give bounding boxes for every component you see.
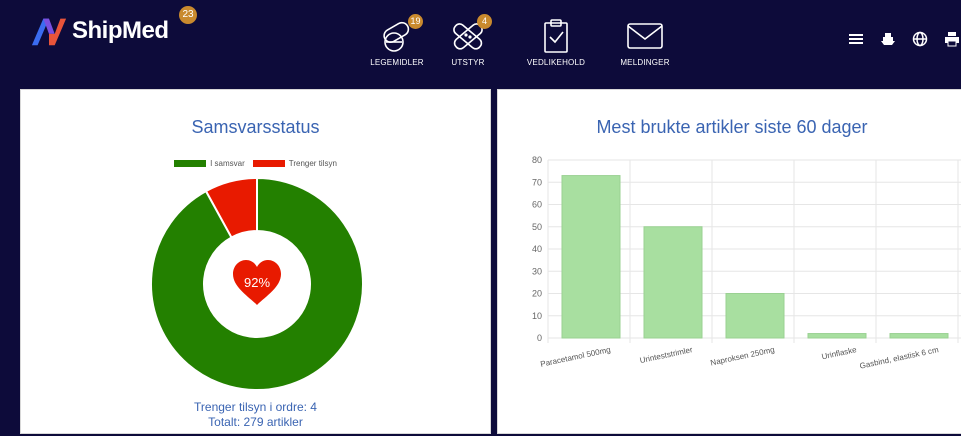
toolbar: [847, 30, 961, 48]
x-tick-label: Urinflaske: [821, 345, 858, 361]
y-tick-label: 0: [537, 333, 542, 343]
y-tick-label: 20: [532, 289, 542, 299]
nav-badge: 19: [408, 14, 423, 29]
y-tick-label: 30: [532, 266, 542, 276]
bar[interactable]: [561, 175, 621, 339]
compliance-panel: Samsvarsstatus I samsvar Trenger tilsyn …: [20, 89, 491, 434]
top-bar: ShipMed 23 19 LEGEMIDLER 4 UTSTYR VEDLIK…: [0, 0, 961, 80]
logo-mark-icon: [31, 18, 67, 46]
usage-panel: Mest brukte artikler siste 60 dager 0 10 2…: [497, 89, 961, 434]
nav-meldinger[interactable]: MELDINGER: [605, 18, 685, 67]
y-tick-label: 10: [532, 311, 542, 321]
envelope-icon: [627, 23, 663, 49]
brand-name: ShipMed: [72, 17, 169, 44]
y-tick-label: 80: [532, 155, 542, 165]
x-tick-label: Gasbind, elastisk 6 cm: [859, 345, 940, 371]
nav-vedlikehold[interactable]: VEDLIKEHOLD: [516, 18, 596, 67]
globe-icon[interactable]: [911, 30, 929, 48]
x-tick-label: Paracetamol 500mg: [540, 345, 612, 369]
y-tick-label: 70: [532, 177, 542, 187]
bar[interactable]: [725, 293, 785, 339]
total-count-text: Totalt: 279 artikler: [208, 415, 303, 429]
brand-badge: 23: [179, 6, 197, 24]
bar[interactable]: [643, 226, 703, 339]
ship-icon[interactable]: [879, 30, 897, 48]
nav-badge: 4: [477, 14, 492, 29]
brand-logo[interactable]: ShipMed 23: [30, 6, 197, 48]
nav-legemidler[interactable]: 19 LEGEMIDLER: [357, 14, 437, 67]
nav-label: UTSTYR: [451, 58, 485, 67]
nav-label: LEGEMIDLER: [370, 58, 424, 67]
clipboard-check-icon: [544, 19, 568, 53]
bar[interactable]: [807, 333, 867, 339]
nav-label: MELDINGER: [620, 58, 670, 67]
bar[interactable]: [889, 333, 949, 339]
attention-count-text: Trenger tilsyn i ordre: 4: [194, 400, 317, 414]
printer-icon[interactable]: [943, 30, 961, 48]
y-tick-label: 40: [532, 244, 542, 254]
nav-label: VEDLIKEHOLD: [526, 58, 586, 67]
x-tick-label: Urinteststrimler: [639, 345, 694, 365]
y-tick-label: 50: [532, 222, 542, 232]
usage-bar-chart: 0 10 20 30 40 50 60 70 80 Paracetamol 500mg Urint…: [532, 155, 961, 371]
nav-utstyr[interactable]: 4 UTSTYR: [428, 14, 508, 67]
x-tick-label: Naproksen 250mg: [710, 345, 776, 367]
y-tick-label: 60: [532, 200, 542, 210]
compliance-donut-chart: 92%: [150, 176, 364, 391]
donut-center-label: 92%: [244, 275, 270, 290]
menu-icon[interactable]: [847, 30, 865, 48]
